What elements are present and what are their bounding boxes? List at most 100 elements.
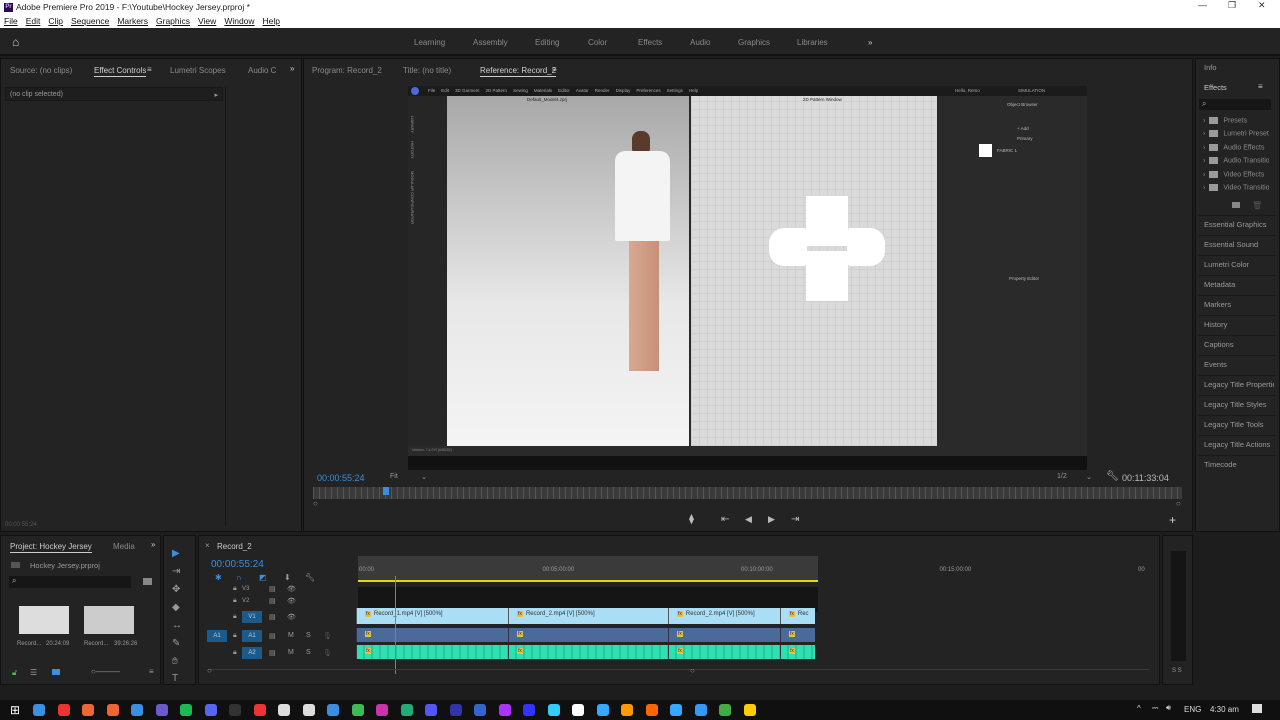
panel-tab[interactable]: Markers <box>1204 300 1274 309</box>
taskbar-app-icon[interactable] <box>449 704 462 716</box>
snap-icon[interactable]: ∩ <box>236 573 242 582</box>
track-target-v1[interactable]: V1 <box>242 611 262 623</box>
more-tabs-icon[interactable]: » <box>151 540 155 549</box>
button-editor-plus-icon[interactable]: + <box>1169 513 1176 527</box>
workspace-audio[interactable]: Audio <box>690 38 710 47</box>
menu-edit[interactable]: Edit <box>26 16 41 26</box>
track-target-v2[interactable]: V2 <box>242 595 262 607</box>
monitor-playhead[interactable] <box>382 487 389 495</box>
lock-icon[interactable]: 🔒︎ <box>233 632 237 640</box>
effects-tree-item[interactable]: › Audio Transitions <box>1203 157 1269 165</box>
timeline-settings-icon[interactable]: 🔧︎ <box>305 573 315 582</box>
voiceover-mic-icon[interactable]: 🎙︎ <box>323 632 332 640</box>
track-select-tool-icon[interactable]: ⇥ <box>172 566 180 577</box>
workspace-effects[interactable]: Effects <box>638 38 662 47</box>
mute-button[interactable]: M <box>288 632 294 639</box>
tab-project[interactable]: Project: Hockey Jersey <box>10 542 92 553</box>
lock-icon[interactable]: 🔒︎ <box>233 649 237 657</box>
tab-sequence[interactable]: Record_2 <box>217 542 252 552</box>
effects-tree-item[interactable]: › Video Transitions <box>1203 184 1269 191</box>
workspace-graphics[interactable]: Graphics <box>738 38 770 47</box>
mute-button[interactable]: M <box>288 649 294 656</box>
monitor-scrubber[interactable] <box>313 487 1182 499</box>
close-sequence-icon[interactable]: × <box>205 541 210 550</box>
nest-icon[interactable]: ✱ <box>215 573 222 582</box>
video-clip[interactable]: fx Record_1.mp4 [V] [500%] <box>356 608 509 624</box>
tab-program[interactable]: Program: Record_2 <box>312 66 382 75</box>
eye-icon[interactable]: 👁︎ <box>287 613 296 621</box>
taskbar-app-icon[interactable] <box>670 704 682 716</box>
zoom-select[interactable]: Fit ⌄ <box>387 472 429 483</box>
zoom-handle-right[interactable]: ○ <box>1176 499 1181 508</box>
taskbar-app-icon[interactable] <box>33 704 45 716</box>
toggle-sync-icon[interactable]: ▤ <box>269 649 276 657</box>
menu-markers[interactable]: Markers <box>117 16 148 26</box>
media-thumbnail[interactable] <box>84 606 134 634</box>
source-patch-a1[interactable]: A1 <box>207 630 227 642</box>
audio-clip-a1[interactable]: fx <box>356 628 509 642</box>
project-search-input[interactable]: ⌕ <box>9 576 131 588</box>
effects-panel-title[interactable]: Effects <box>1204 83 1274 92</box>
taskbar-app-icon[interactable] <box>253 704 266 716</box>
minimize-button[interactable]: — <box>1198 0 1207 10</box>
zoom-slider[interactable]: ○——— <box>91 667 120 676</box>
language-indicator[interactable]: ENG <box>1184 705 1201 714</box>
hand-tool-icon[interactable]: ✋︎ <box>172 656 178 667</box>
windows-start-icon[interactable]: ⊞ <box>10 703 20 717</box>
close-button[interactable]: ✕ <box>1258 0 1266 11</box>
eye-icon[interactable]: 👁︎ <box>287 597 296 605</box>
taskbar-app-icon[interactable] <box>621 704 633 716</box>
go-to-in-icon[interactable]: ⇤ <box>721 514 729 525</box>
icon-view-icon[interactable] <box>52 669 60 675</box>
workspace-learning[interactable]: Learning <box>414 38 445 47</box>
taskbar-app-icon[interactable] <box>302 704 315 716</box>
menu-window[interactable]: Window <box>224 16 254 26</box>
track-target-a1[interactable]: A1 <box>242 630 262 642</box>
effects-tree-item[interactable]: › Audio Effects <box>1203 143 1269 151</box>
taskbar-app-icon[interactable] <box>57 704 70 716</box>
audio-clip-a2[interactable]: fx <box>508 645 669 659</box>
taskbar-app-icon[interactable] <box>106 704 119 716</box>
taskbar-app-icon[interactable] <box>351 704 364 716</box>
taskbar-app-icon[interactable] <box>180 704 192 716</box>
panel-tab[interactable]: Legacy Title Tools <box>1204 420 1274 429</box>
maximize-button[interactable]: ❐ <box>1228 0 1236 11</box>
lock-icon[interactable]: 🔓︎ <box>12 668 17 678</box>
new-search-bin-icon[interactable] <box>143 578 152 585</box>
add-marker-icon[interactable]: ⬇ <box>284 573 291 582</box>
wrench-icon[interactable]: 🔧︎ <box>1106 471 1119 482</box>
menu-clip[interactable]: Clip <box>48 16 63 26</box>
taskbar-app-icon[interactable] <box>376 704 388 716</box>
menu-help[interactable]: Help <box>263 16 280 26</box>
panel-tab[interactable]: Events <box>1204 360 1274 369</box>
toggle-sync-icon[interactable]: ▤ <box>269 613 276 621</box>
audio-clip-a1[interactable]: fx <box>508 628 669 642</box>
network-icon[interactable]: ⎓ <box>1152 703 1158 713</box>
effects-tree-item[interactable]: › Presets <box>1203 117 1269 124</box>
taskbar-app-icon[interactable] <box>131 704 143 716</box>
tab-media[interactable]: Media <box>113 542 135 551</box>
panel-menu-icon[interactable]: ≡ <box>1258 82 1263 91</box>
taskbar-app-icon[interactable] <box>547 704 560 716</box>
taskbar-app-icon[interactable] <box>743 704 756 716</box>
taskbar-app-icon[interactable] <box>719 704 731 716</box>
work-area-bar[interactable] <box>358 580 818 582</box>
ripple-edit-tool-icon[interactable]: ✥ <box>172 584 180 595</box>
taskbar-app-icon[interactable] <box>694 704 707 716</box>
panel-tab[interactable]: Metadata <box>1204 280 1274 289</box>
taskbar-app-icon[interactable] <box>155 704 168 716</box>
resolution-select[interactable]: 1/2 ⌄ <box>1054 472 1094 483</box>
taskbar-app-icon[interactable] <box>645 704 658 716</box>
panel-tab[interactable]: Legacy Title Properties <box>1204 380 1274 389</box>
video-clip[interactable]: fx Record_2.mp4 [V] [500%] <box>508 608 669 624</box>
menu-graphics[interactable]: Graphics <box>156 16 190 26</box>
panel-tab[interactable]: Timecode <box>1204 460 1274 469</box>
tab-reference[interactable]: Reference: Record_2 <box>480 66 557 77</box>
menu-view[interactable]: View <box>198 16 216 26</box>
type-tool-icon[interactable]: T <box>172 673 178 684</box>
more-tabs-icon[interactable]: » <box>290 64 294 73</box>
panel-tab[interactable]: History <box>1204 320 1274 329</box>
panel-tab[interactable]: Legacy Title Actions <box>1204 440 1274 449</box>
lock-icon[interactable]: 🔒︎ <box>233 597 237 605</box>
panel-tab[interactable]: Essential Graphics <box>1204 220 1274 229</box>
